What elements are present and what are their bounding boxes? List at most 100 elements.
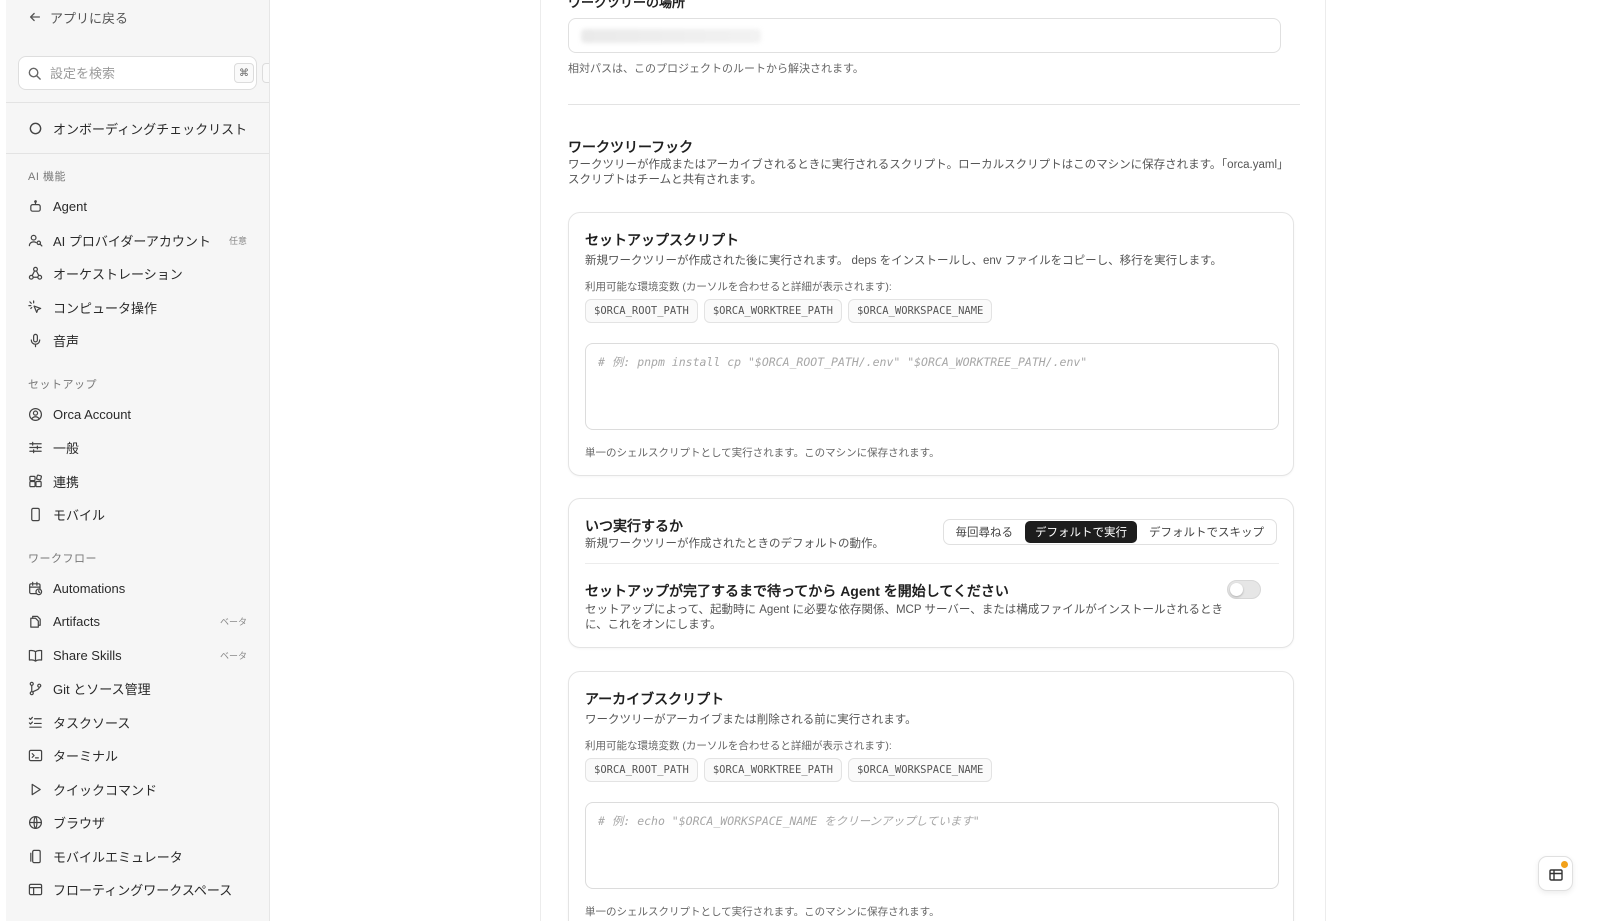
settings-panel: ワークツリーの場所 相対パスは、このプロジェクトのルートから解決されます。 ワー… [540, 0, 1326, 921]
setup-script-footer: 単一のシェルスクリプトとして実行されます。このマシンに保存されます。 [585, 447, 940, 459]
worktree-location-hint: 相対パスは、このプロジェクトのルートから解決されます。 [568, 63, 864, 75]
archive-script-footer: 単一のシェルスクリプトとして実行されます。このマシンに保存されます。 [585, 906, 940, 918]
sidebar-item-tag: ベータ [219, 617, 247, 628]
sidebar-item-label: Orca Account [53, 406, 132, 422]
run-mode-option-run[interactable]: デフォルトで実行 [1025, 521, 1137, 543]
list-checks-icon [28, 716, 42, 728]
sidebar-item-terminal[interactable]: ターミナル [6, 739, 269, 773]
sidebar-item-orchestration[interactable]: オーケストレーション [6, 257, 269, 291]
globe-icon [28, 816, 43, 830]
sidebar-item-label: モバイル [53, 508, 106, 524]
sidebar-item-task-sources[interactable]: タスクソース [6, 706, 269, 740]
sidebar-item-label: Agent [53, 199, 87, 215]
sidebar-item-ai-provider-accounts[interactable]: AI プロバイダーアカウント 任意 [6, 224, 269, 258]
wait-setup-description: セットアップによって、起動時に Agent に必要な依存関係、MCP サーバー、… [585, 604, 1224, 631]
wait-setup-toggle[interactable] [1227, 580, 1261, 599]
arrow-left-icon [29, 12, 41, 22]
sidebar-item-label: 連携 [53, 474, 80, 490]
sidebar-item-artifacts[interactable]: Artifacts ベータ [6, 605, 269, 639]
sidebar-item-computer-use[interactable]: コンピュータ操作 [6, 291, 269, 325]
env-var-chip[interactable]: $ORCA_WORKTREE_PATH [703, 758, 842, 782]
env-var-chip[interactable]: $ORCA_WORKTREE_PATH [703, 299, 842, 323]
back-label: アプリに戻る [50, 10, 129, 26]
when-to-run-description: 新規ワークツリーが作成されたときのデフォルトの動作。 [585, 538, 884, 550]
setup-script-card: セットアップスクリプト 新規ワークツリーが作成された後に実行されます。 deps… [568, 212, 1294, 476]
sidebar-item-tag: 任意 [228, 235, 247, 246]
calendar-clock-icon [29, 581, 43, 595]
files-icon [30, 615, 41, 628]
sidebar-item-label: クイックコマンド [53, 782, 158, 798]
search-icon [28, 67, 41, 80]
sidebar-item-floating-workspace[interactable]: フローティングワークスペース [6, 873, 269, 907]
setup-script-textarea[interactable] [585, 343, 1279, 430]
setup-script-title: セットアップスクリプト [585, 232, 739, 248]
sidebar-item-label: Share Skills [53, 647, 122, 663]
when-to-run-card: いつ実行するか 新規ワークツリーが作成されたときのデフォルトの動作。 毎回尋ねる… [568, 498, 1294, 648]
sidebar-item-general[interactable]: 一般 [6, 431, 269, 465]
sidebar-item-mobile[interactable]: モバイル [6, 498, 269, 532]
worktree-hooks-description: ワークツリーが作成またはアーカイブされるときに実行されるスクリプト。ローカルスク… [568, 159, 1289, 186]
worktree-location-label: ワークツリーの場所 [568, 0, 686, 10]
redacted-path [581, 29, 761, 43]
worktree-location-input[interactable] [568, 18, 1281, 53]
env-var-chip[interactable]: $ORCA_ROOT_PATH [585, 758, 698, 782]
robot-icon [30, 200, 41, 213]
sidebar-item-label: フローティングワークスペース [53, 883, 233, 899]
sidebar-item-mobile-emulator[interactable]: モバイルエミュレータ [6, 840, 269, 874]
sidebar-item-onboarding[interactable]: オンボーディングチェックリスト [6, 103, 269, 153]
sidebar-item-browser[interactable]: ブラウザ [6, 806, 269, 840]
sidebar-item-label: Git とソース管理 [53, 682, 151, 698]
back-to-app-link[interactable]: アプリに戻る [6, 0, 269, 34]
sidebar-section-title: ワークフロー [28, 552, 97, 565]
sidebar-item-label: Artifacts [53, 614, 100, 630]
env-vars-list: $ORCA_ROOT_PATH $ORCA_WORKTREE_PATH $ORC… [585, 758, 993, 782]
git-branch-icon [29, 681, 42, 696]
env-var-chip[interactable]: $ORCA_WORKSPACE_NAME [847, 758, 993, 782]
sidebar-item-label: AI プロバイダーアカウント [53, 233, 211, 249]
play-icon [31, 783, 41, 796]
sidebar-item-quick-commands[interactable]: クイックコマンド [6, 773, 269, 807]
sidebar-item-git[interactable]: Git とソース管理 [6, 672, 269, 706]
book-open-icon [28, 649, 43, 662]
sidebar-item-label: オンボーディングチェックリスト [53, 121, 248, 137]
env-vars-list: $ORCA_ROOT_PATH $ORCA_WORKTREE_PATH $ORC… [585, 299, 993, 323]
user-circle-icon [28, 407, 43, 421]
env-var-chip[interactable]: $ORCA_WORKSPACE_NAME [847, 299, 993, 323]
worktree-hooks-title: ワークツリーフック [568, 139, 694, 155]
settings-search[interactable]: ⌘ F [18, 56, 269, 90]
sidebar-item-automations[interactable]: Automations [6, 572, 269, 606]
sidebar-item-share-skills[interactable]: Share Skills ベータ [6, 639, 269, 673]
whats-new-button[interactable] [1538, 856, 1573, 891]
sidebar-item-label: ブラウザ [53, 816, 106, 832]
archive-script-textarea[interactable] [585, 802, 1279, 889]
sidebar-item-integrations[interactable]: 連携 [6, 465, 269, 499]
panel-layout-icon [28, 883, 43, 896]
sidebar-item-label: タスクソース [53, 715, 131, 731]
when-to-run-title: いつ実行するか [585, 518, 683, 534]
settings-sidebar: アプリに戻る ⌘ F オンボーディングチェックリスト AI 機能 Agent A… [6, 0, 270, 921]
sidebar-item-label: 一般 [53, 441, 80, 457]
sidebar-item-voice[interactable]: 音声 [6, 324, 269, 358]
sidebar-item-label: Automations [53, 580, 126, 596]
search-input[interactable] [50, 65, 226, 81]
env-var-chip[interactable]: $ORCA_ROOT_PATH [585, 299, 698, 323]
terminal-icon [28, 749, 43, 762]
sidebar-item-orca-account[interactable]: Orca Account [6, 398, 269, 432]
gift-box-icon [1548, 868, 1563, 881]
env-vars-label: 利用可能な環境変数 (カーソルを合わせると詳細が表示されます): [585, 281, 892, 293]
archive-script-title: アーカイブスクリプト [585, 691, 725, 707]
sidebar-item-agent[interactable]: Agent [6, 190, 269, 224]
setup-script-description: 新規ワークツリーが作成された後に実行されます。 deps をインストールし、en… [585, 255, 1223, 267]
run-mode-option-skip[interactable]: デフォルトでスキップ [1139, 521, 1274, 543]
smartphone-icon [31, 508, 40, 522]
sidebar-item-tag: ベータ [219, 650, 247, 661]
device-emulator-icon [30, 849, 41, 863]
blocks-icon [29, 474, 42, 488]
toggle-knob [1230, 583, 1243, 596]
run-mode-option-ask[interactable]: 毎回尋ねる [946, 521, 1024, 543]
run-mode-segmented-control: 毎回尋ねる デフォルトで実行 デフォルトでスキップ [942, 519, 1277, 545]
sidebar-item-label: ターミナル [53, 749, 119, 765]
users-key-icon [28, 234, 43, 247]
sliders-icon [29, 441, 42, 454]
env-vars-label: 利用可能な環境変数 (カーソルを合わせると詳細が表示されます): [585, 740, 892, 752]
